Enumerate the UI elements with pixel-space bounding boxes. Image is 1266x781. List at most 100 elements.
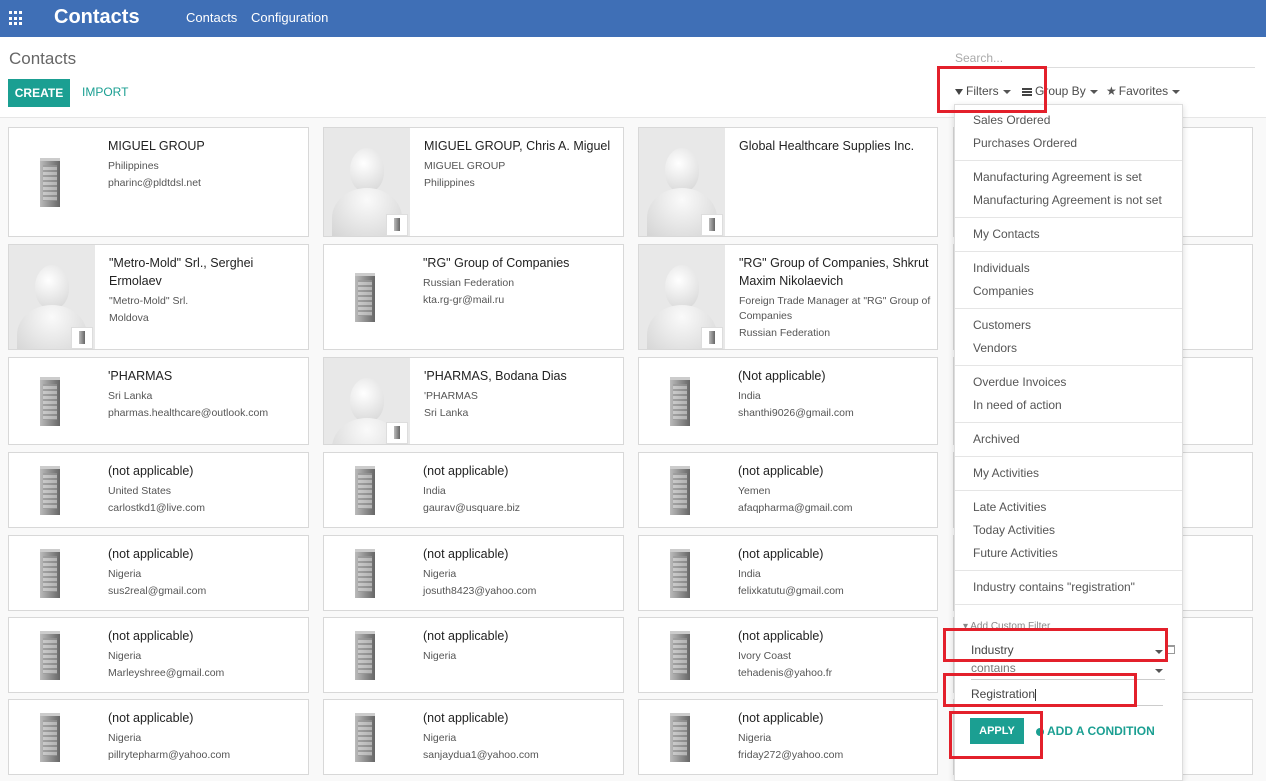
contact-card[interactable]: (not applicable) Nigeria friday272@yahoo.c… [638,699,938,775]
filter-option[interactable]: Sales Ordered [973,113,1050,127]
group-by-button[interactable]: Group By [1022,84,1098,98]
dropdown-divider [955,308,1182,309]
app-brand: Contacts [54,6,140,28]
add-condition-button[interactable]: ADD A CONDITION [1036,724,1155,738]
filter-icon [955,88,963,95]
contact-card[interactable]: (not applicable) Nigeria [323,617,624,693]
apply-button[interactable]: APPLY [970,718,1024,744]
contact-card[interactable]: (not applicable) Yemen afaqpharma@gmail.co… [638,452,938,528]
contact-detail: Nigeria [108,568,142,580]
menu-configuration[interactable]: Configuration [251,10,328,25]
dropdown-divider [955,570,1182,571]
contact-detail: pharinc@pldtdsl.net [108,177,201,189]
contact-detail: Ivory Coast [738,650,792,662]
contact-card[interactable]: MIGUEL GROUP Philippines pharinc@pldtdsl.n… [8,127,309,237]
person-avatar [9,245,95,349]
filter-option[interactable]: My Activities [973,466,1039,480]
create-button[interactable]: CREATE [8,79,70,107]
filter-operator-select[interactable]: contains [971,665,1165,680]
filter-option[interactable]: Overdue Invoices [973,375,1066,389]
contact-name: (not applicable) [423,629,509,643]
contact-name: (not applicable) [108,711,194,725]
top-navbar: Contacts Contacts Configuration [0,0,1266,37]
contact-card[interactable]: (not applicable) Nigeria sanjaydua1@yahoo.… [323,699,624,775]
contact-card[interactable]: Global Healthcare Supplies Inc. [638,127,938,237]
contact-card[interactable]: (Not applicable) India shanthi9026@gmail.c… [638,357,938,445]
contact-name: "Metro-Mold" Srl., Serghei Ermolaev [109,256,254,288]
contact-name: (not applicable) [738,629,824,643]
company-building-icon [34,377,64,427]
contact-card[interactable]: "RG" Group of Companies Russian Federatio… [323,244,624,350]
filter-option[interactable]: Individuals [973,261,1030,275]
filter-option[interactable]: Companies [973,284,1034,298]
dropdown-divider [955,160,1182,161]
contact-detail: United States [108,485,172,497]
filter-option[interactable]: My Contacts [973,227,1040,241]
contact-detail: sus2real@gmail.com [108,585,207,597]
company-building-icon [349,273,379,323]
filter-option[interactable]: Today Activities [973,523,1055,537]
filters-button[interactable]: Filters [955,84,1011,98]
filter-option[interactable]: Industry contains "registration" [973,580,1135,594]
contact-card[interactable]: 'PHARMAS, Bodana Dias 'PHARMAS Sri Lanka [323,357,624,445]
filter-option[interactable]: In need of action [973,398,1062,412]
contact-detail: Philippines [424,177,475,189]
contact-detail: sanjaydua1@yahoo.com [423,749,539,761]
contact-detail: pharmas.healthcare@outlook.com [108,407,269,419]
contact-name: (not applicable) [738,547,824,561]
contact-card[interactable]: "RG" Group of Companies, Shkrut Maxim Ni… [638,244,938,350]
contact-name: (not applicable) [108,547,194,561]
contact-detail: shanthi9026@gmail.com [738,407,854,419]
filter-option[interactable]: Late Activities [973,500,1046,514]
contact-card[interactable]: (not applicable) United States carlostkd1@… [8,452,309,528]
contact-card[interactable]: (not applicable) Nigeria Marleyshree@gmail… [8,617,309,693]
apps-menu-icon[interactable] [9,11,24,26]
person-avatar [324,128,410,236]
contact-card[interactable]: (not applicable) Ivory Coast tehadenis@yah… [638,617,938,693]
filter-field-select[interactable]: Industry [971,643,1163,662]
contact-detail: Philippines [108,160,159,172]
contact-card[interactable]: (not applicable) Nigeria josuth8423@yahoo.… [323,535,624,611]
trash-icon[interactable] [1167,645,1175,654]
company-building-icon [664,377,694,427]
favorites-button[interactable]: ★ Favorites [1106,84,1181,98]
company-building-icon [349,549,379,599]
filter-option[interactable]: Manufacturing Agreement is not set [973,193,1162,207]
person-avatar [639,245,725,349]
contact-card[interactable]: MIGUEL GROUP, Chris A. Miguel MIGUEL GROU… [323,127,624,237]
company-building-icon [349,631,379,681]
contact-detail: Sri Lanka [424,407,469,419]
contact-card[interactable]: 'PHARMAS Sri Lanka pharmas.healthcare@outl… [8,357,309,445]
contact-card[interactable]: (not applicable) India gaurav@usquare.biz [323,452,624,528]
contact-detail: "Metro-Mold" Srl. [109,295,189,307]
contact-name: MIGUEL GROUP, Chris A. Miguel [424,139,611,153]
contact-detail: Nigeria [423,650,457,662]
filter-option[interactable]: Vendors [973,341,1017,355]
filter-option[interactable]: Customers [973,318,1031,332]
contact-detail: India [423,485,446,497]
contact-detail: carlostkd1@live.com [108,502,206,514]
contact-card[interactable]: "Metro-Mold" Srl., Serghei Ermolaev "Metr… [8,244,309,350]
filter-option[interactable]: Manufacturing Agreement is set [973,170,1142,184]
menu-contacts[interactable]: Contacts [186,10,237,25]
contact-detail: Marleyshree@gmail.com [108,667,225,679]
caret-down-icon [1089,89,1098,94]
contact-name: (Not applicable) [738,369,826,383]
dropdown-divider [955,251,1182,252]
search-input[interactable] [955,49,1255,68]
filter-option[interactable]: Purchases Ordered [973,136,1077,150]
contact-card[interactable]: (not applicable) Nigeria sus2real@gmail.co… [8,535,309,611]
add-custom-filter-toggle[interactable]: ▾ Add Custom Filter [963,621,1050,632]
filter-value-input[interactable]: Registration [971,687,1163,706]
contact-detail: Nigeria [423,732,457,744]
company-building-icon [349,466,379,516]
filter-operator-value: contains [971,665,1016,675]
group-by-label: Group By [1035,84,1086,98]
contact-detail: felixkatutu@gmail.com [738,585,844,597]
contact-name: (not applicable) [738,464,824,478]
contact-card[interactable]: (not applicable) Nigeria pillrytepharm@yah… [8,699,309,775]
import-button[interactable]: IMPORT [82,85,128,99]
filter-option[interactable]: Future Activities [973,546,1058,560]
filter-option[interactable]: Archived [973,432,1020,446]
contact-card[interactable]: (not applicable) India felixkatutu@gmail.c… [638,535,938,611]
